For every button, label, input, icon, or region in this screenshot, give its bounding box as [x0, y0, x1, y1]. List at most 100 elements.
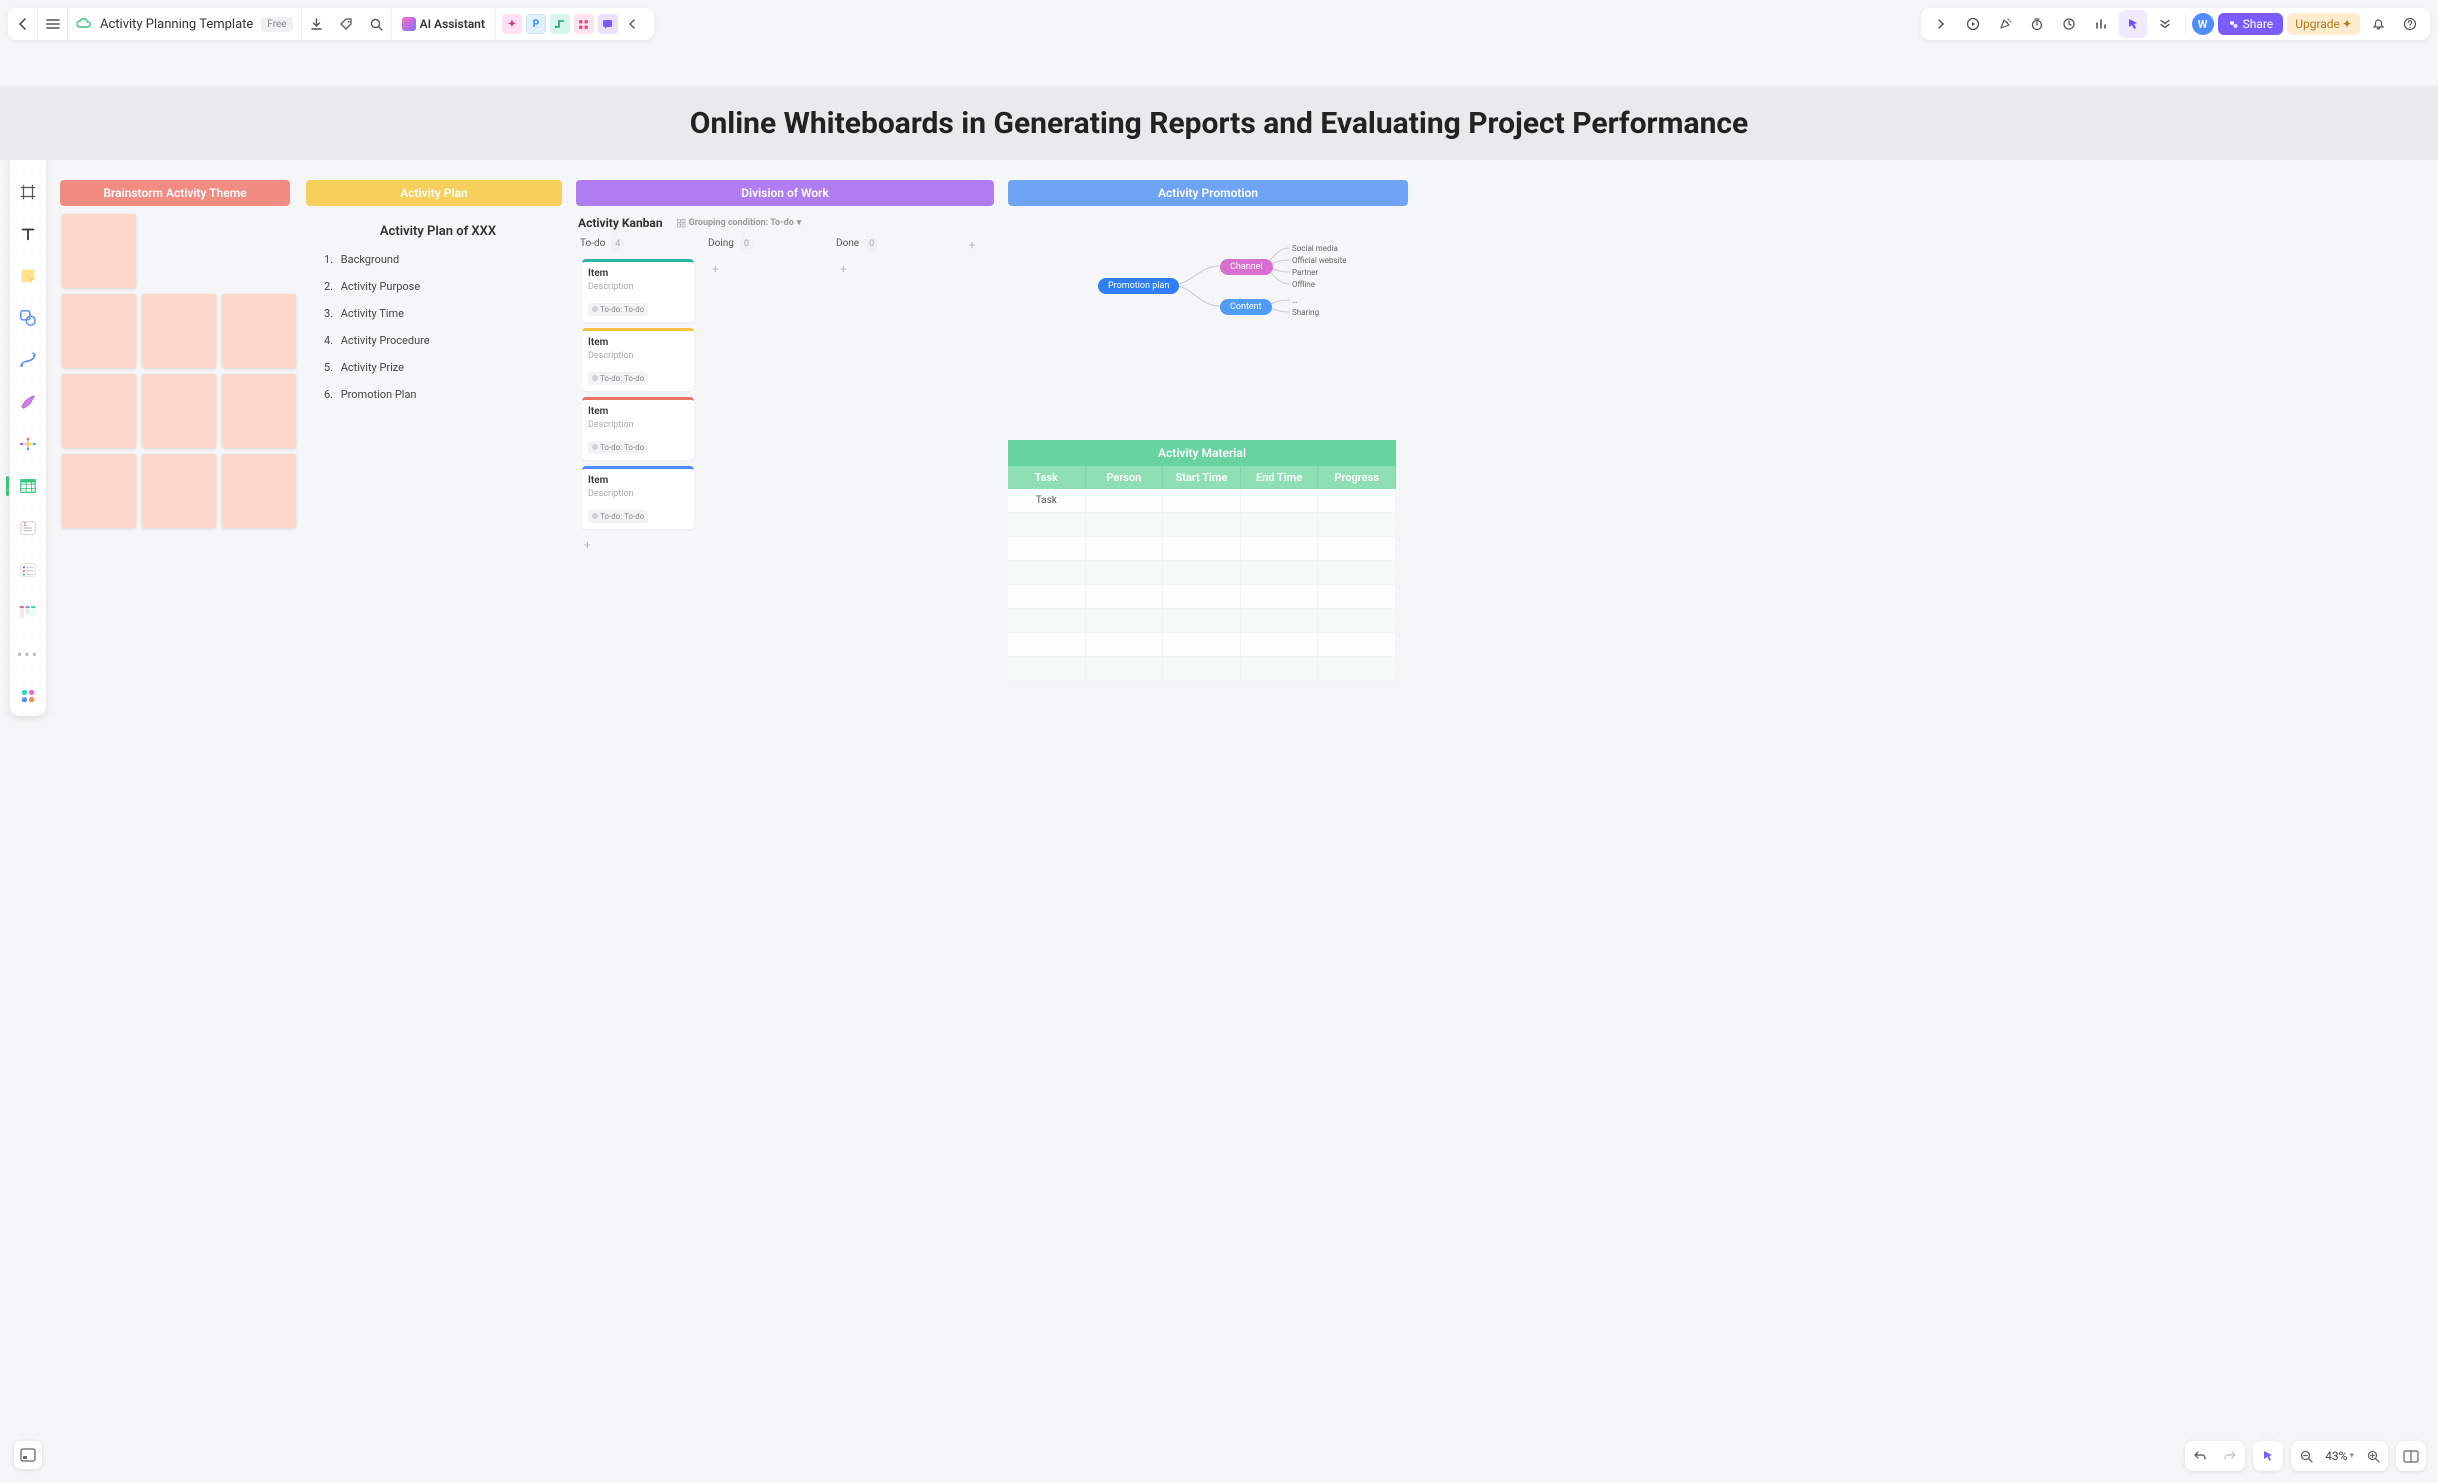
kanban-card[interactable]: ItemDescriptionTo-do: To-do — [582, 466, 694, 529]
material-cell[interactable] — [1163, 633, 1241, 657]
sticky-note[interactable] — [62, 454, 136, 528]
shortcut-p-icon[interactable]: P — [526, 14, 546, 34]
material-table[interactable]: Activity Material TaskPersonStart TimeEn… — [1008, 440, 1396, 681]
shortcut-flow-icon[interactable] — [550, 14, 570, 34]
vote-button[interactable] — [2087, 10, 2115, 38]
mindmap-leaf[interactable]: … — [1292, 296, 1297, 305]
kanban-title[interactable]: Activity Kanban — [578, 216, 663, 230]
pointer-button[interactable] — [2253, 1441, 2283, 1471]
kanban-grouping-chip[interactable]: Grouping condition: To-do ▾ — [673, 217, 806, 229]
material-header-cell[interactable]: Start Time — [1163, 466, 1241, 489]
mindmap-leaf[interactable]: Social media — [1292, 244, 1338, 253]
plan-item[interactable]: 6. Promotion Plan — [324, 388, 552, 401]
ai-assistant-button[interactable]: AI Assistant — [392, 8, 496, 40]
sticky-note[interactable] — [222, 454, 296, 528]
material-cell[interactable] — [1318, 585, 1396, 609]
material-cell[interactable] — [1163, 585, 1241, 609]
sticky-note[interactable] — [142, 454, 216, 528]
material-cell[interactable] — [1163, 489, 1241, 513]
material-cell[interactable] — [1086, 537, 1164, 561]
shortcut-chat-icon[interactable] — [598, 14, 618, 34]
material-header-cell[interactable]: Progress — [1318, 466, 1396, 489]
material-cell[interactable] — [1086, 489, 1164, 513]
shortcut-grid-icon[interactable] — [574, 14, 594, 34]
kanban-add-card[interactable]: + — [582, 535, 694, 555]
material-cell[interactable] — [1086, 585, 1164, 609]
zoom-in-button[interactable] — [2358, 1441, 2388, 1471]
back-button[interactable] — [8, 8, 38, 40]
plan-item[interactable]: 4. Activity Procedure — [324, 334, 552, 347]
plan-heading[interactable]: Activity Plan of XXX — [324, 224, 552, 239]
kanban-column-header[interactable]: Doing0 — [706, 234, 826, 255]
document-title-wrap[interactable]: Activity Planning Template Free — [68, 8, 302, 40]
cursor-mode-button[interactable] — [2119, 10, 2147, 38]
kanban-add-card[interactable]: + — [838, 259, 950, 279]
material-cell[interactable] — [1163, 561, 1241, 585]
share-button[interactable]: Share — [2218, 13, 2284, 35]
mindmap-leaf[interactable]: Partner — [1292, 268, 1318, 277]
kanban-add-card[interactable]: + — [710, 259, 822, 279]
material-cell[interactable] — [1241, 489, 1319, 513]
menu-button[interactable] — [38, 8, 68, 40]
material-cell[interactable] — [1008, 585, 1086, 609]
download-button[interactable] — [302, 8, 332, 40]
material-header-cell[interactable]: Task — [1008, 466, 1086, 489]
material-cell[interactable] — [1241, 609, 1319, 633]
section-header-plan[interactable]: Activity Plan — [306, 180, 562, 206]
material-cell[interactable] — [1318, 561, 1396, 585]
material-cell[interactable] — [1163, 513, 1241, 537]
mindmap-leaf[interactable]: Official website — [1292, 256, 1346, 265]
upgrade-button[interactable]: Upgrade ✦ — [2287, 13, 2360, 35]
material-cell[interactable] — [1008, 657, 1086, 681]
kanban-column-header[interactable]: Done0 — [834, 234, 954, 255]
material-cell[interactable] — [1008, 609, 1086, 633]
material-header-cell[interactable]: Person — [1086, 466, 1164, 489]
redo-button[interactable] — [2215, 1441, 2245, 1471]
sticky-note[interactable] — [142, 294, 216, 368]
document-title[interactable]: Activity Planning Template — [100, 17, 253, 32]
material-header-cell[interactable]: End Time — [1241, 466, 1319, 489]
celebrate-button[interactable] — [1991, 10, 2019, 38]
material-cell[interactable] — [1008, 561, 1086, 585]
material-cell[interactable] — [1241, 633, 1319, 657]
material-cell[interactable] — [1086, 657, 1164, 681]
material-cell[interactable] — [1241, 537, 1319, 561]
mindmap-branch-channel[interactable]: Channel — [1220, 259, 1273, 275]
plan-item[interactable]: 3. Activity Time — [324, 307, 552, 320]
help-button[interactable] — [2396, 10, 2424, 38]
section-header-brainstorm[interactable]: Brainstorm Activity Theme — [60, 180, 290, 206]
undo-button[interactable] — [2185, 1441, 2215, 1471]
mindmap[interactable]: Promotion plan Channel Content Social me… — [1098, 240, 1408, 340]
timer-button[interactable] — [2055, 10, 2083, 38]
sticky-note[interactable] — [222, 374, 296, 448]
material-cell[interactable] — [1318, 657, 1396, 681]
material-cell[interactable] — [1318, 513, 1396, 537]
stopwatch-button[interactable] — [2023, 10, 2051, 38]
section-header-division[interactable]: Division of Work — [576, 180, 994, 206]
zoom-level[interactable]: 43%▾ — [2321, 1449, 2358, 1463]
plan-body[interactable]: Activity Plan of XXX 1. Background2. Act… — [306, 206, 562, 401]
material-cell[interactable] — [1163, 537, 1241, 561]
kanban-card[interactable]: ItemDescriptionTo-do: To-do — [582, 328, 694, 391]
material-cell[interactable] — [1241, 585, 1319, 609]
mindmap-root[interactable]: Promotion plan — [1098, 278, 1179, 294]
expand-right-button[interactable] — [1927, 10, 1955, 38]
tag-button[interactable] — [332, 8, 362, 40]
kanban-card[interactable]: ItemDescriptionTo-do: To-do — [582, 259, 694, 322]
shortcuts-collapse-button[interactable] — [622, 8, 642, 40]
material-cell[interactable] — [1318, 633, 1396, 657]
minimap-button[interactable] — [2396, 1441, 2426, 1471]
material-cell[interactable] — [1318, 609, 1396, 633]
material-cell[interactable] — [1241, 561, 1319, 585]
material-cell[interactable] — [1086, 633, 1164, 657]
plan-item[interactable]: 2. Activity Purpose — [324, 280, 552, 293]
kanban-column-body[interactable]: + — [706, 255, 826, 545]
material-cell[interactable] — [1318, 489, 1396, 513]
material-cell[interactable] — [1241, 657, 1319, 681]
search-button[interactable] — [362, 8, 392, 40]
material-cell[interactable] — [1086, 609, 1164, 633]
play-button[interactable] — [1959, 10, 1987, 38]
material-cell[interactable] — [1318, 537, 1396, 561]
material-title[interactable]: Activity Material — [1008, 440, 1396, 466]
kanban-add-column[interactable]: + — [962, 234, 982, 559]
